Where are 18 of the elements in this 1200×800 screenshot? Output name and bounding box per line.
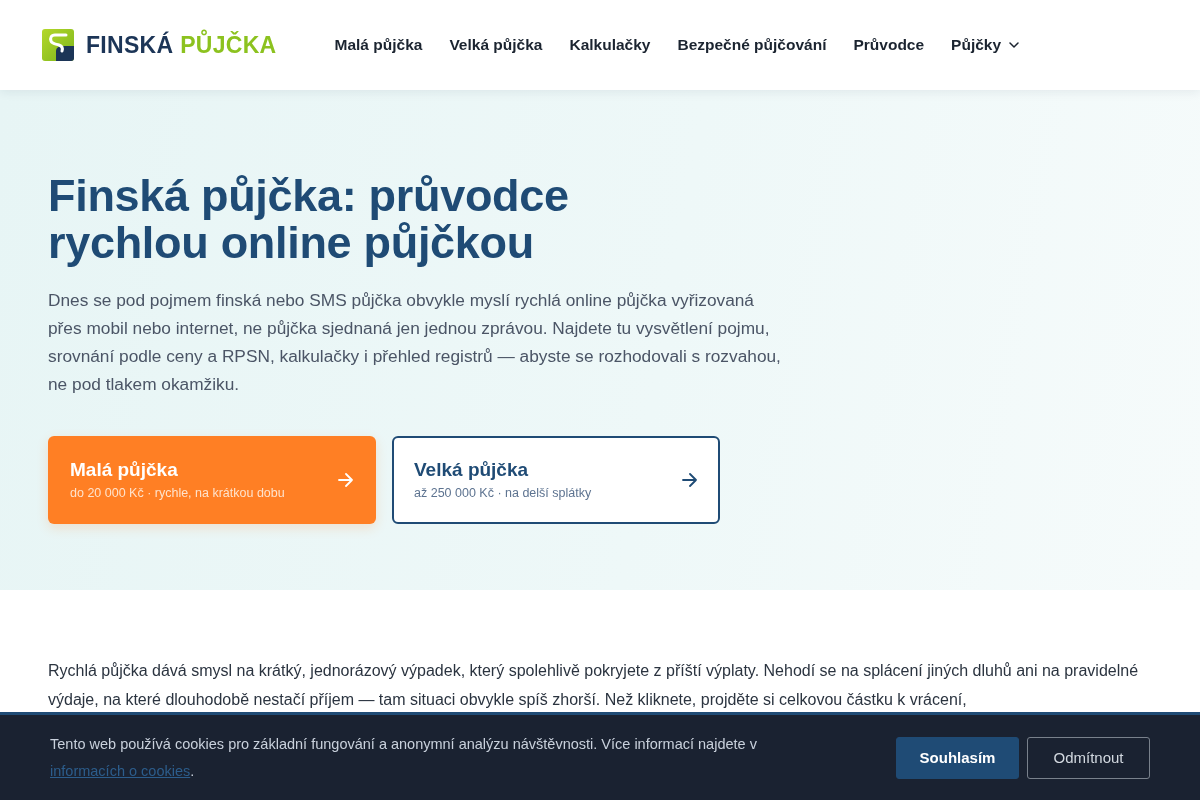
hero-intro-text: Dnes se pod pojmem finská nebo SMS půjčka obvykle myslí rychlá online půjčka vyřizovaná přes mobil nebo internet, ne půjčka sjednaná jen jednou zprávou. Najdete tu vysvětlení pojmu, srovnání podle ceny a RPSN, kalkulačky i přehled registrů — abyste se rozhodovali s rozvahou, ne pod tlakem okamžiku.: [48, 289, 782, 396]
accept-button[interactable]: Souhlasím: [896, 736, 1019, 779]
nav-link[interactable]: Kalkulačky: [569, 36, 651, 54]
nav-dropdown[interactable]: Půjčky: [951, 36, 1020, 54]
logo-icon[interactable]: [42, 29, 74, 61]
decline-button[interactable]: Odmítnout: [1027, 736, 1150, 779]
cookie-notice-text: Tento web používá cookies pro základní fungování a anonymní analýzu návštěvnosti. Více informací najdete v informacích o cookies.: [50, 734, 758, 781]
nav-link[interactable]: Průvodce: [853, 36, 925, 54]
nav-link[interactable]: Bezpečné půjčování: [677, 36, 827, 54]
body-paragraph: Rychlá půjčka dává smysl na krátký, jednorázový výpadek, který spolehlivě pokryjete z příští výplaty. Nehodí se na splácení jiných dluhů ani na pravidelné výdaje, na které dlouhodobě nestačí příjem — tam situaci obvykle spíš zhorší. Než kliknete, projděte si celkovou částku k vrácení,: [48, 661, 1140, 710]
chevron-down-icon: [1009, 42, 1020, 48]
logo-text[interactable]: FINSKÁ PŮJČKA: [86, 31, 277, 59]
arrow-right-icon: [338, 473, 354, 487]
nav-link[interactable]: Velká půjčka: [449, 36, 543, 54]
hero-title: Finská půjčka: průvodce rychlou online půjčkou: [48, 172, 570, 266]
loan-option-button[interactable]: Velká půjčka až 250 000 Kč · na delší splátky: [392, 436, 720, 524]
arrow-right-icon: [682, 473, 698, 487]
nav-link[interactable]: Malá půjčka: [334, 36, 423, 54]
